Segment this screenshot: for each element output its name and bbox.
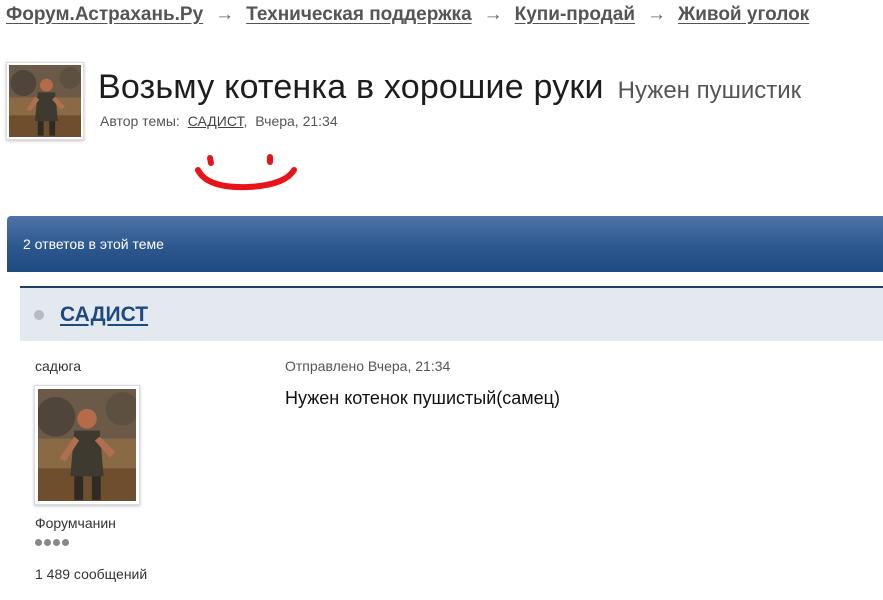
post-text: Нужен котенок пушистый(самец) <box>285 388 560 408</box>
rank-pip-icon <box>53 539 60 546</box>
topic-meta: Автор темы: САДИСТ, Вчера, 21:34 <box>100 113 338 129</box>
smile-drawing-icon <box>195 154 297 191</box>
topic-author-link[interactable]: САДИСТ <box>188 113 244 129</box>
post-header: САДИСТ <box>20 286 883 341</box>
replies-count-text: 2 ответов в этой теме <box>23 236 164 252</box>
topic-date: Вчера, 21:34 <box>255 113 338 129</box>
topic-description: Нужен пушистик <box>617 77 802 104</box>
user-rank-pips <box>35 539 69 546</box>
avatar-image <box>9 65 81 137</box>
replies-count-bar: 2 ответов в этой теме <box>7 216 883 272</box>
post-author-avatar[interactable] <box>34 385 140 505</box>
user-group: Форумчанин <box>35 515 116 531</box>
topic-meta-separator: , <box>243 113 248 129</box>
breadcrumb-arrow-icon: → <box>647 4 667 25</box>
online-status-icon <box>34 309 44 320</box>
breadcrumb-link-buy-sell[interactable]: Купи-продай <box>515 4 635 26</box>
topic-title-row: Возьму котенка в хорошие руки Нужен пуши… <box>98 68 801 107</box>
post-date: Отправлено Вчера, 21:34 <box>285 358 451 374</box>
breadcrumb-link-support[interactable]: Техническая поддержка <box>246 4 471 26</box>
rank-pip-icon <box>35 539 42 546</box>
post-author-link[interactable]: САДИСТ <box>60 303 148 327</box>
breadcrumb-arrow-icon: → <box>483 4 503 25</box>
user-post-count: 1 489 сообщений <box>35 566 148 582</box>
page-title: Возьму котенка в хорошие руки <box>98 68 604 106</box>
user-title: садюга <box>35 358 82 374</box>
breadcrumb-link-pets[interactable]: Живой уголок <box>678 4 809 26</box>
post-body: садюга Форумчанин 1 489 сообщений Отправ… <box>20 341 883 600</box>
avatar-image <box>38 389 136 501</box>
rank-pip-icon <box>44 539 51 546</box>
breadcrumb: Форум.Астрахань.Ру → Техническая поддерж… <box>6 2 809 28</box>
topic-author-label: Автор темы: <box>100 113 180 129</box>
breadcrumb-link-forum[interactable]: Форум.Астрахань.Ру <box>6 4 203 26</box>
breadcrumb-arrow-icon: → <box>215 4 235 25</box>
post: САДИСТ садюга Форумчанин 1 489 сообщений… <box>20 286 883 600</box>
topic-author-avatar[interactable] <box>6 62 84 140</box>
rank-pip-icon <box>62 539 69 546</box>
